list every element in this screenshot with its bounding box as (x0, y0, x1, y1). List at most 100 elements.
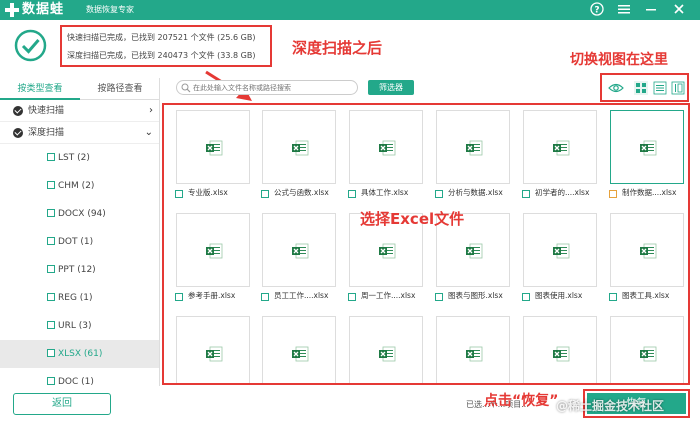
file-item[interactable] (337, 311, 423, 383)
file-item[interactable] (511, 311, 597, 383)
app-name: 数据蛙 (22, 2, 65, 17)
list-view-icon[interactable] (653, 81, 667, 95)
ext-item-chm[interactable]: CHM (2) (0, 172, 159, 200)
search-input[interactable] (193, 82, 353, 93)
excel-icon (639, 242, 657, 260)
ext-item-ppt[interactable]: PPT (12) (0, 256, 159, 284)
tree-item-quick-scan[interactable]: 快速扫描 › (0, 100, 159, 122)
file-item[interactable]: 分析与数据.xlsx (424, 105, 510, 207)
ext-label: PPT (12) (58, 265, 96, 275)
file-checkbox[interactable] (175, 190, 183, 198)
file-item[interactable] (250, 311, 336, 383)
file-thumbnail[interactable] (176, 316, 250, 383)
file-checkbox[interactable] (522, 190, 530, 198)
file-checkbox[interactable] (348, 293, 356, 301)
ext-item-reg[interactable]: REG (1) (0, 284, 159, 312)
file-checkbox[interactable] (261, 293, 269, 301)
file-item[interactable]: 初学者的....xlsx (511, 105, 597, 207)
file-checkbox[interactable] (175, 293, 183, 301)
detail-view-icon[interactable] (671, 81, 685, 95)
chevron-down-icon[interactable]: ⌄ (145, 122, 153, 144)
file-item[interactable]: 制作数据....xlsx (598, 105, 684, 207)
file-item[interactable]: 参考手册.xlsx (164, 208, 250, 310)
file-item[interactable] (598, 311, 684, 383)
file-thumbnail[interactable] (176, 110, 250, 184)
file-thumbnail[interactable] (262, 110, 336, 184)
checkbox[interactable] (47, 209, 55, 217)
back-button[interactable]: 返回 (13, 393, 111, 415)
file-thumbnail[interactable] (610, 110, 684, 184)
search-icon[interactable] (181, 83, 191, 93)
checked-icon (13, 106, 23, 116)
excel-icon (378, 139, 396, 157)
checkbox[interactable] (47, 237, 55, 245)
file-checkbox[interactable] (348, 190, 356, 198)
filter-button[interactable]: 筛选器 (368, 80, 414, 95)
checkbox[interactable] (47, 153, 55, 161)
file-item[interactable] (424, 311, 510, 383)
excel-icon (552, 345, 570, 363)
file-checkbox[interactable] (609, 190, 617, 198)
ext-label: DOC (1) (58, 377, 94, 386)
file-item[interactable]: 专业版.xlsx (164, 105, 250, 207)
file-thumbnail[interactable] (436, 316, 510, 383)
minimize-icon[interactable] (644, 2, 658, 16)
help-icon[interactable]: ? (590, 2, 604, 16)
excel-icon (291, 139, 309, 157)
ext-item-docx[interactable]: DOCX (94) (0, 200, 159, 228)
watermark: @稀土掘金技术社区 (556, 399, 665, 413)
file-name: 具体工作.xlsx (361, 188, 409, 197)
frog-plus-icon (4, 2, 20, 18)
file-checkbox[interactable] (435, 190, 443, 198)
file-thumbnail[interactable] (610, 316, 684, 383)
file-name: 专业版.xlsx (188, 188, 228, 197)
ext-item-doc[interactable]: DOC (1) (0, 368, 159, 386)
file-thumbnail[interactable] (349, 110, 423, 184)
grid-view-icon[interactable] (634, 81, 648, 95)
file-checkbox[interactable] (261, 190, 269, 198)
file-thumbnail[interactable] (523, 213, 597, 287)
tab-by-type[interactable]: 按类型查看 (0, 78, 80, 100)
ext-item-xlsx[interactable]: XLSX (61) (0, 340, 159, 368)
file-item[interactable]: 具体工作.xlsx (337, 105, 423, 207)
eye-icon[interactable] (608, 81, 624, 95)
ext-item-lst[interactable]: LST (2) (0, 144, 159, 172)
excel-icon (639, 345, 657, 363)
close-icon[interactable] (672, 2, 686, 16)
checkbox[interactable] (47, 181, 55, 189)
file-item[interactable]: 公式与函数.xlsx (250, 105, 336, 207)
annotation-click-recover: 点击“恢复” (484, 393, 559, 409)
file-thumbnail[interactable] (436, 110, 510, 184)
file-checkbox[interactable] (609, 293, 617, 301)
tab-by-path[interactable]: 按路径查看 (80, 78, 159, 100)
ext-item-url[interactable]: URL (3) (0, 312, 159, 340)
file-name: 制作数据....xlsx (622, 188, 677, 197)
tree-item-deep-scan[interactable]: 深度扫描 ⌄ (0, 122, 159, 144)
file-thumbnail[interactable] (523, 316, 597, 383)
excel-icon (205, 242, 223, 260)
file-checkbox[interactable] (522, 293, 530, 301)
chevron-right-icon[interactable]: › (149, 100, 153, 122)
file-thumbnail[interactable] (523, 110, 597, 184)
checkbox[interactable] (47, 349, 55, 357)
excel-icon (465, 345, 483, 363)
file-item[interactable]: 图表工具.xlsx (598, 208, 684, 310)
file-item[interactable] (164, 311, 250, 383)
file-thumbnail[interactable] (262, 316, 336, 383)
excel-icon (378, 345, 396, 363)
ext-item-dot[interactable]: DOT (1) (0, 228, 159, 256)
search-box (176, 80, 358, 95)
checkbox[interactable] (47, 321, 55, 329)
file-thumbnail[interactable] (262, 213, 336, 287)
file-thumbnail[interactable] (610, 213, 684, 287)
checkbox[interactable] (47, 265, 55, 273)
view-switcher (600, 73, 689, 102)
checkbox[interactable] (47, 377, 55, 385)
file-checkbox[interactable] (435, 293, 443, 301)
file-item[interactable]: 图表使用.xlsx (511, 208, 597, 310)
file-thumbnail[interactable] (176, 213, 250, 287)
file-item[interactable]: 员工工作....xlsx (250, 208, 336, 310)
menu-icon[interactable] (617, 2, 631, 16)
file-thumbnail[interactable] (349, 316, 423, 383)
checkbox[interactable] (47, 293, 55, 301)
